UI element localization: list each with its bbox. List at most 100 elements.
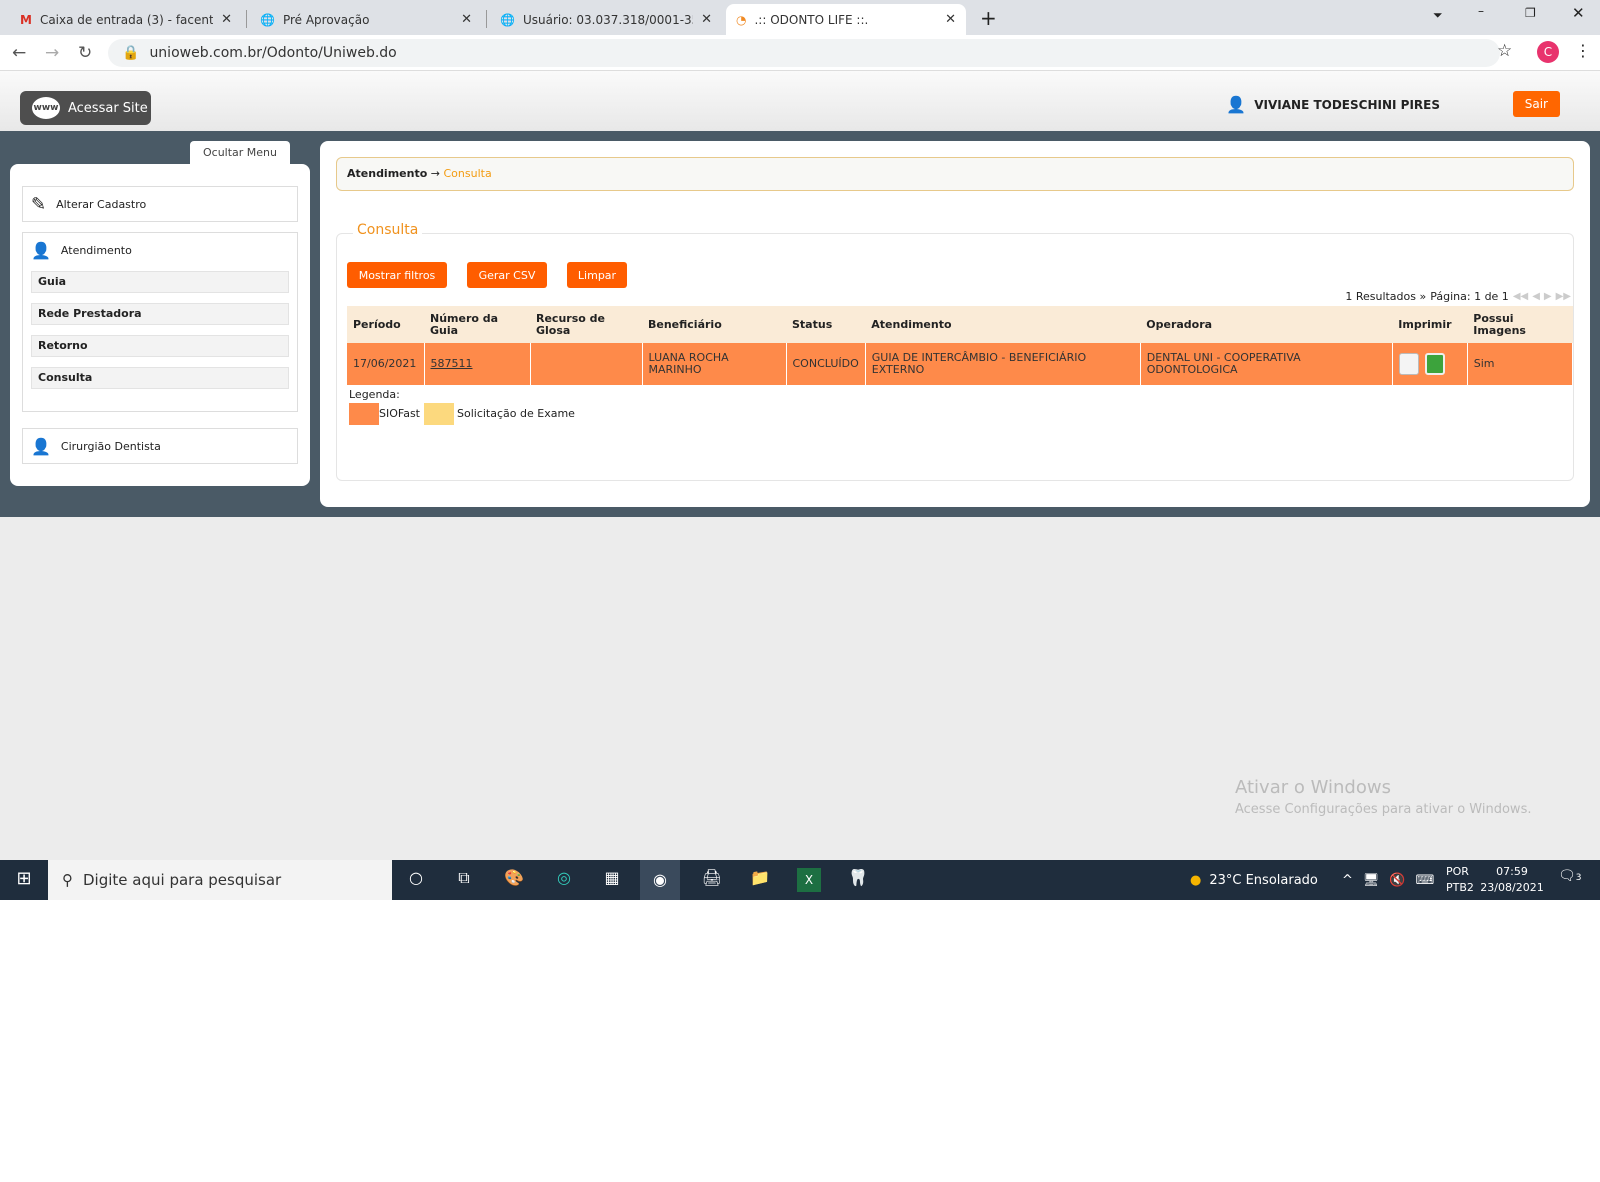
col-recurso-glosa: Recurso de Glosa — [530, 306, 642, 343]
notifications-icon[interactable]: 🗨3 — [1558, 868, 1582, 884]
close-tab-icon[interactable]: ✕ — [221, 12, 232, 27]
cortana-icon[interactable]: ○ — [404, 868, 428, 892]
cell-periodo: 17/06/2021 — [347, 343, 425, 385]
site-header: www Acessar Site 👤 VIVIANE TODESCHINI PIRE… — [0, 71, 1600, 131]
close-tab-icon[interactable]: ✕ — [945, 12, 956, 27]
sidebar-subitem-guia[interactable]: Guia — [31, 271, 289, 293]
sidebar-item-atendimento[interactable]: 👤 Atendimento — [23, 233, 297, 267]
guia-link[interactable]: 587511 — [431, 357, 473, 370]
odonto-icon: ◔ — [736, 12, 747, 27]
next-page-icon[interactable]: ▶ — [1544, 291, 1552, 302]
volume-muted-icon[interactable]: 🔇 — [1389, 873, 1405, 888]
profile-avatar[interactable]: C — [1537, 41, 1559, 63]
forward-icon[interactable]: → — [45, 43, 59, 63]
system-tray: ^ 🖥 🔇 ⌨ — [1342, 860, 1434, 900]
bookmark-star-icon[interactable]: ☆ — [1497, 41, 1512, 61]
sidebar-label: Alterar Cadastro — [56, 197, 147, 211]
cell-guia: 587511 — [424, 343, 531, 385]
search-placeholder: Digite aqui para pesquisar — [83, 871, 282, 889]
cell-imagens: Sim — [1467, 343, 1574, 385]
back-icon[interactable]: ← — [12, 43, 26, 63]
sidebar-subitem-rede-prestadora[interactable]: Rede Prestadora — [31, 303, 289, 325]
browser-tab[interactable]: M Caixa de entrada (3) - facentercri ✕ — [10, 4, 242, 35]
paint-icon[interactable]: 🎨 — [502, 868, 526, 892]
browser-tab-active[interactable]: ◔ .:: ODONTO LIFE ::. ✕ — [726, 4, 966, 35]
new-tab-icon[interactable]: + — [980, 6, 997, 30]
show-filters-button[interactable]: Mostrar filtros — [347, 262, 447, 288]
tray-chevron-icon[interactable]: ^ — [1342, 873, 1353, 888]
close-tab-icon[interactable]: ✕ — [701, 12, 712, 27]
sidebar-item-cirurgiao-dentista[interactable]: 👤 Cirurgião Dentista — [22, 428, 298, 464]
sun-icon: ● — [1190, 872, 1202, 888]
task-view-icon[interactable]: ⧉ — [452, 868, 476, 892]
file-explorer-icon[interactable]: 📁 — [748, 868, 772, 892]
access-site-label: Acessar Site — [68, 100, 148, 116]
browser-tab[interactable]: 🌐 Pré Aprovação ✕ — [250, 4, 482, 35]
taskbar-search-input[interactable]: ⚲ Digite aqui para pesquisar — [48, 860, 392, 900]
time: 07:59 — [1496, 865, 1528, 878]
pager: 1 Resultados » Página: 1 de 1 ◀◀ ◀ ▶ ▶▶ — [1345, 290, 1571, 303]
windows-watermark-title: Ativar o Windows — [1235, 777, 1391, 798]
user-info: 👤 VIVIANE TODESCHINI PIRES — [1226, 95, 1440, 114]
tab-search-icon[interactable]: ⏷ — [1433, 8, 1443, 23]
browser-tab[interactable]: 🌐 Usuário: 03.037.318/0001-35 - NI ✕ — [490, 4, 722, 35]
browser-tab-bar: M Caixa de entrada (3) - facentercri ✕ 🌐 Pr… — [0, 0, 1600, 35]
sidebar: ✎ Alterar Cadastro 👤 Atendimento Guia Rede… — [10, 164, 310, 486]
breadcrumb-arrow: → — [430, 167, 440, 180]
url-input[interactable]: 🔒 unioweb.com.br/Odonto/Uniweb.do — [108, 39, 1500, 67]
network-icon[interactable]: 🖥 — [1363, 873, 1380, 888]
edit-icon: ✎ — [31, 193, 47, 215]
calculator-icon[interactable]: ▦ — [600, 868, 624, 892]
minimize-icon[interactable]: – — [1478, 4, 1484, 18]
clear-button[interactable]: Limpar — [567, 262, 627, 288]
chat-user-icon: 👤 — [31, 240, 51, 260]
weather-widget[interactable]: ● 23°C Ensolarado — [1190, 860, 1318, 900]
logout-button[interactable]: Sair — [1512, 91, 1560, 117]
sidebar-group-atendimento: 👤 Atendimento Guia Rede Prestadora Retorn… — [22, 232, 298, 412]
tab-title: Usuário: 03.037.318/0001-35 - NI — [522, 12, 694, 27]
sidebar-item-alterar-cadastro[interactable]: ✎ Alterar Cadastro — [22, 186, 298, 222]
www-icon: www — [32, 97, 60, 119]
legend: Legenda: SIOFast Solicitação de Exame — [349, 388, 575, 425]
access-site-button[interactable]: www Acessar Site — [20, 91, 151, 125]
sidebar-subitem-retorno[interactable]: Retorno — [31, 335, 289, 357]
sidebar-subitem-consulta[interactable]: Consulta — [31, 367, 289, 389]
results-count: 1 Resultados » — [1345, 290, 1427, 303]
first-page-icon[interactable]: ◀◀ — [1513, 291, 1528, 302]
chrome-icon[interactable]: ◉ — [640, 860, 680, 900]
table-header: Período Número da Guia Recurso de Glosa … — [347, 306, 1573, 343]
excel-icon[interactable]: X — [797, 868, 821, 892]
legend-label: SIOFast — [379, 407, 420, 420]
col-periodo: Período — [347, 306, 424, 343]
printer-app-icon[interactable]: 🖨 — [700, 868, 724, 892]
windows-watermark-subtitle: Acesse Configurações para ativar o Windo… — [1235, 802, 1532, 817]
windows-start-icon[interactable]: ⊞ — [12, 868, 36, 892]
cell-operadora: DENTAL UNI - COOPERATIVA ODONTOLOGICA — [1140, 343, 1393, 385]
restore-icon[interactable]: ❐ — [1525, 6, 1536, 20]
taskbar: ⊞ ⚲ Digite aqui para pesquisar ○ ⧉ 🎨 ◎ ▦ … — [0, 860, 1600, 900]
legend-swatch-exame — [423, 403, 454, 425]
cell-beneficiario: LUANA ROCHA MARINHO — [642, 343, 787, 385]
keyboard-layout: PTB2 — [1446, 881, 1474, 894]
print-document-icon[interactable] — [1398, 353, 1419, 375]
language-indicator[interactable]: POR PTB2 — [1446, 864, 1474, 896]
generate-csv-button[interactable]: Gerar CSV — [467, 262, 547, 288]
print-approved-icon[interactable] — [1424, 353, 1445, 375]
breadcrumb-parent[interactable]: Atendimento — [347, 167, 427, 180]
keyboard-icon[interactable]: ⌨ — [1416, 873, 1435, 888]
tab-title: .:: ODONTO LIFE ::. — [754, 12, 869, 27]
legend-title: Legenda: — [349, 388, 400, 401]
legend-label: Solicitação de Exame — [457, 407, 575, 420]
close-window-icon[interactable]: ✕ — [1572, 4, 1585, 22]
prev-page-icon[interactable]: ◀ — [1532, 291, 1540, 302]
cell-imprimir — [1392, 343, 1468, 385]
last-page-icon[interactable]: ▶▶ — [1556, 291, 1571, 302]
dental-app-icon[interactable]: 🦷 — [846, 868, 870, 892]
menu-icon[interactable]: ⋮ — [1575, 41, 1591, 60]
close-tab-icon[interactable]: ✕ — [461, 12, 472, 27]
reload-icon[interactable]: ↻ — [78, 43, 92, 63]
col-imprimir: Imprimir — [1392, 306, 1468, 343]
unna-app-icon[interactable]: ◎ — [552, 868, 576, 892]
tab-title: Pré Aprovação — [282, 12, 370, 27]
clock[interactable]: 07:59 23/08/2021 — [1480, 864, 1544, 896]
